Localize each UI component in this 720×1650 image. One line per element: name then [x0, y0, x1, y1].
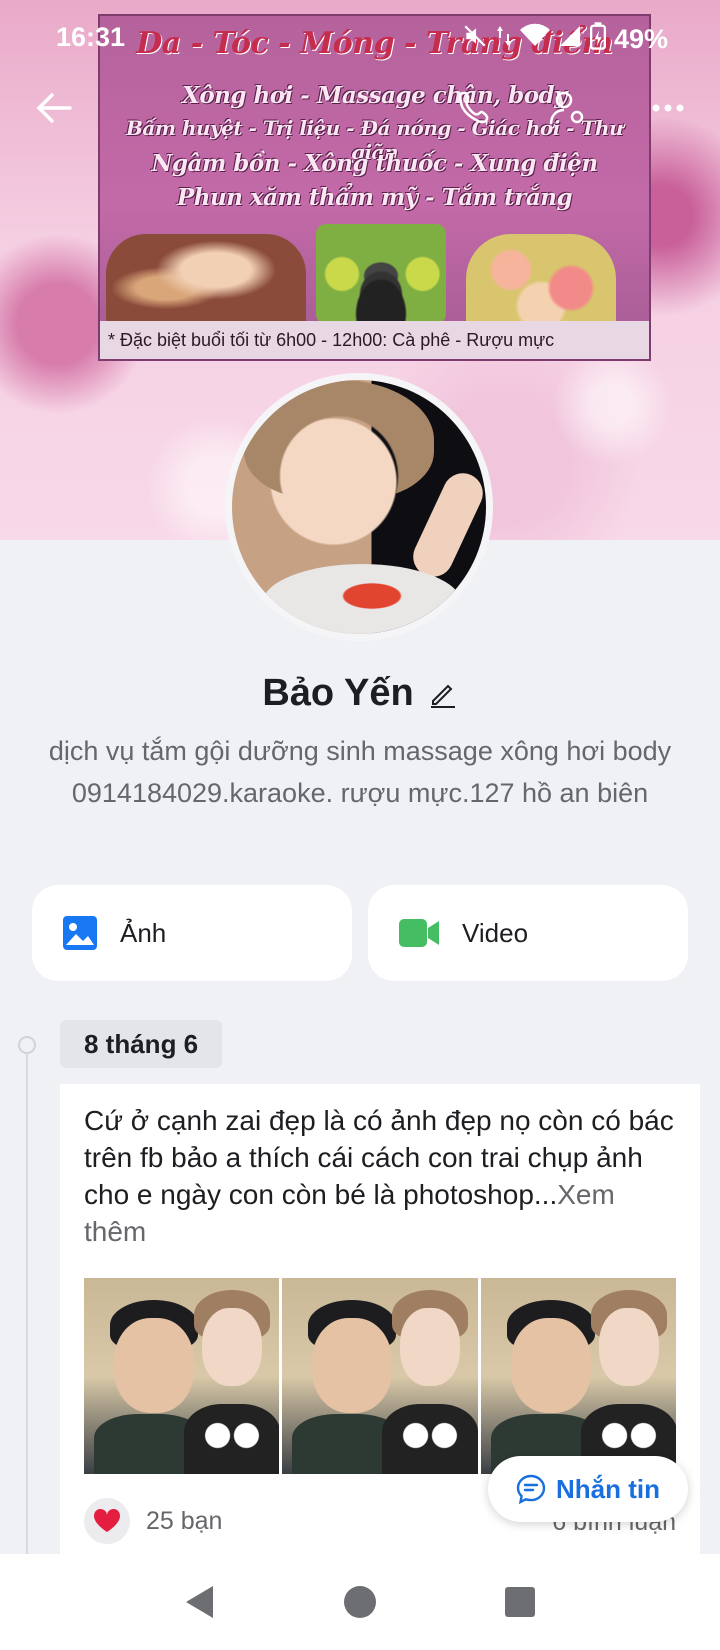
message-button[interactable]: Nhắn tin: [488, 1456, 688, 1522]
girl-shirt: [382, 1404, 478, 1474]
back-arrow-icon: [36, 93, 72, 123]
boy-face: [114, 1318, 194, 1413]
girl-face: [400, 1308, 461, 1386]
profile-top-actions: [0, 88, 720, 144]
banner-line-4: Ngâm bồn - Xông thuốc - Xung điện: [151, 150, 598, 177]
edit-pencil-icon: [430, 684, 455, 708]
mute-icon: [462, 23, 488, 56]
nav-home-icon: [344, 1586, 376, 1618]
wifi-icon: [519, 23, 550, 56]
banner-manicure-picture: [466, 234, 616, 324]
message-label: Nhắn tin: [556, 1473, 660, 1504]
edit-nickname-button[interactable]: [428, 679, 458, 709]
post-photos: [84, 1278, 676, 1474]
profile-name-row: Bảo Yến: [0, 672, 720, 715]
system-navigation-bar: [0, 1554, 720, 1650]
post-photo-1[interactable]: [84, 1278, 280, 1474]
more-dots-icon: [652, 104, 684, 112]
reactions-count: 25 bạn: [146, 1506, 223, 1535]
girl-face: [598, 1308, 659, 1386]
post-photo-3[interactable]: [480, 1278, 676, 1474]
photos-button[interactable]: Ảnh: [32, 885, 352, 981]
avatar-clothing: [262, 564, 462, 634]
boy-face: [312, 1318, 393, 1413]
video-label: Video: [462, 917, 529, 948]
status-bar: 16:31 49%: [0, 0, 720, 72]
message-icon: [516, 1474, 546, 1504]
profile-bio: dịch vụ tắm gội dưỡng sinh massage xông …: [48, 736, 672, 808]
heart-reaction: [84, 1498, 130, 1544]
banner-spa-stones-picture: [316, 224, 446, 324]
avatar-hair: [244, 380, 434, 500]
phone-icon: [458, 91, 489, 124]
timeline-line: [26, 1040, 28, 1560]
nav-recents-button[interactable]: [500, 1582, 540, 1622]
more-options-button[interactable]: [648, 88, 696, 136]
nav-recents-icon: [505, 1587, 535, 1617]
photo-icon: [63, 916, 97, 950]
data-arrows-icon: [496, 23, 512, 56]
status-icons: 49%: [462, 22, 668, 57]
banner-pictures: [106, 216, 643, 324]
timeline-dot: [18, 1036, 36, 1054]
nav-home-button[interactable]: [340, 1582, 380, 1622]
back-button[interactable]: [34, 88, 82, 136]
timeline-date: 8 tháng 6: [60, 1020, 223, 1068]
status-time: 16:31: [56, 22, 126, 52]
video-button[interactable]: Video: [368, 885, 688, 981]
girl-shirt: [184, 1404, 280, 1474]
profile-name: Bảo Yến: [262, 672, 414, 714]
video-camera-icon: [399, 919, 439, 947]
avatar-photo: [232, 380, 486, 634]
signal-icon: [558, 23, 582, 56]
boy-face: [510, 1318, 591, 1413]
nav-back-button[interactable]: [180, 1582, 220, 1622]
battery-icon: [589, 22, 606, 57]
banner-footer: * Đặc biệt buổi tối từ 6h00 - 12h00: Cà …: [100, 321, 649, 359]
person-settings-icon: [549, 91, 584, 125]
avatar-arm: [406, 466, 486, 584]
heart-icon: [93, 1508, 121, 1532]
post-reactions[interactable]: 25 bạn: [84, 1498, 222, 1544]
battery-percent: 49%: [613, 24, 668, 54]
post-text[interactable]: Cứ ở cạnh zai đẹp là có ảnh đẹp nọ còn c…: [84, 1102, 674, 1250]
post-photo-2[interactable]: [282, 1278, 478, 1474]
nav-back-icon: [186, 1586, 213, 1618]
banner-massage-picture: [106, 234, 306, 324]
contact-settings-button[interactable]: [548, 88, 596, 136]
girl-face: [202, 1308, 262, 1386]
call-button[interactable]: [455, 88, 503, 136]
banner-line-5: Phun xăm thẩm mỹ - Tắm trắng: [176, 184, 573, 211]
profile-avatar[interactable]: [225, 373, 493, 641]
photos-label: Ảnh: [120, 917, 167, 948]
